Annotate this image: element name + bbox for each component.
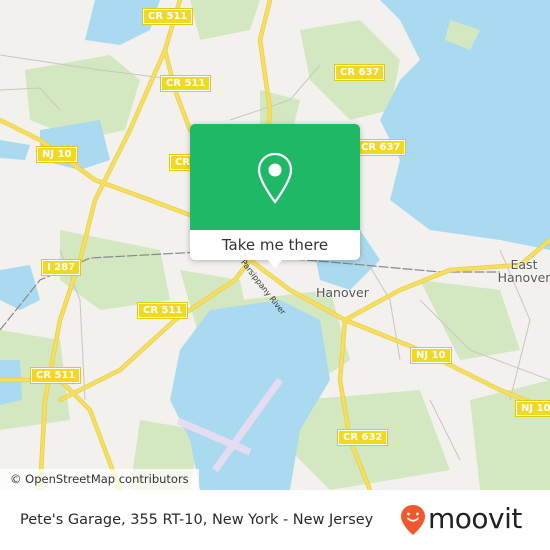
road-shield-nj10: NJ 10	[410, 347, 452, 364]
road-shield-cr511: CR 511	[159, 75, 212, 92]
place-label-hanover: Hanover	[316, 285, 369, 300]
road-shield-cr511: CR 511	[136, 302, 189, 319]
road-shield-cr511: CR 511	[29, 367, 82, 384]
road-shield-cr637: CR 637	[354, 139, 407, 156]
location-title: Pete's Garage, 355 RT-10, New York - New…	[20, 512, 374, 528]
road-shield-cr632: CR 632	[336, 429, 389, 446]
road-shield-cr637: CR 637	[333, 64, 386, 81]
road-shield-nj10: NJ 10	[36, 146, 78, 163]
place-label-east-hanover: East Hanover	[497, 257, 550, 285]
map-view[interactable]: CR 511 CR 511 CR NJ 10 CR 637 CR 637 I 2…	[0, 0, 550, 490]
moovit-wordmark: moovit	[428, 502, 522, 535]
location-popup[interactable]: Take me there	[190, 124, 360, 268]
map-attribution[interactable]: © OpenStreetMap contributors	[0, 469, 199, 490]
road-shield-nj10: NJ 10	[515, 400, 550, 417]
moovit-logo[interactable]: moovit	[400, 498, 540, 542]
take-me-there-button[interactable]: Take me there	[190, 230, 360, 260]
popup-header	[190, 124, 360, 230]
road-shield-i287: I 287	[40, 259, 82, 276]
road-shield-cr511: CR 511	[141, 8, 194, 25]
moovit-pin-icon	[401, 505, 425, 535]
popup-pointer	[266, 258, 284, 268]
map-pin-icon	[257, 152, 293, 204]
